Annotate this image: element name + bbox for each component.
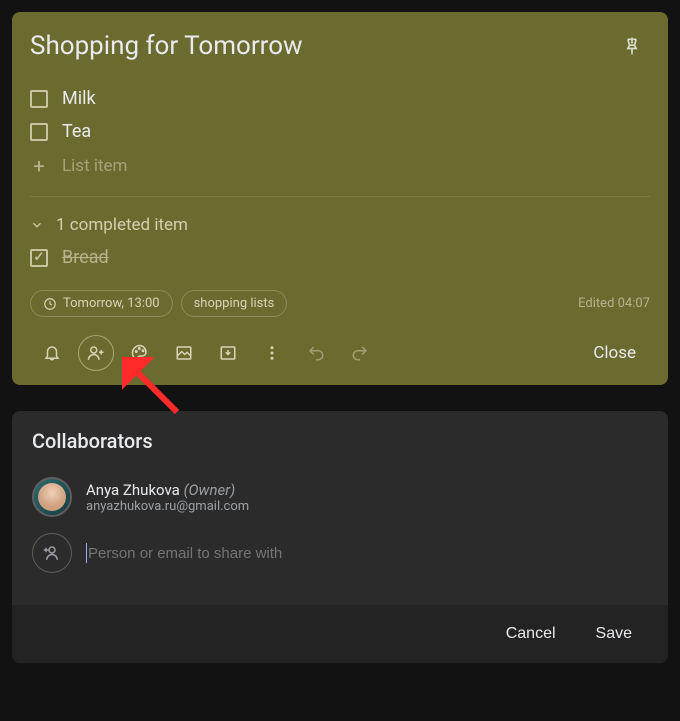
reminder-text: Tomorrow, 13:00 (63, 296, 160, 311)
note-toolbar: Close (30, 325, 650, 373)
divider (30, 196, 650, 197)
pin-button[interactable] (614, 28, 650, 64)
cancel-button[interactable]: Cancel (506, 625, 556, 643)
redo-icon (351, 344, 369, 362)
collaborator-row: Anya Zhukova (Owner) anyazhukova.ru@gmai… (12, 469, 668, 525)
collaborators-title: Collaborators (12, 411, 668, 469)
palette-icon (131, 344, 149, 362)
reminder-chip[interactable]: Tomorrow, 13:00 (30, 290, 173, 317)
label-text: shopping lists (194, 296, 275, 311)
clock-icon (43, 297, 57, 311)
collaborator-email: anyazhukova.ru@gmail.com (86, 499, 249, 514)
add-item-row[interactable]: + List item (30, 148, 650, 184)
note-header: Shopping for Tomorrow (30, 28, 650, 64)
unchecked-items: Milk Tea + List item (30, 82, 650, 184)
completed-toggle[interactable]: 1 completed item (30, 209, 650, 241)
note-title[interactable]: Shopping for Tomorrow (30, 31, 303, 61)
remind-me-button[interactable] (30, 333, 74, 373)
avatar (32, 477, 72, 517)
bell-icon (43, 344, 61, 362)
checkbox-checked-icon[interactable] (30, 249, 48, 267)
person-add-icon (87, 344, 105, 362)
collaborators-footer: Cancel Save (12, 605, 668, 663)
image-icon (175, 344, 193, 362)
meta-row: Tomorrow, 13:00 shopping lists Edited 04… (30, 290, 650, 317)
completed-label: 1 completed item (56, 215, 188, 235)
pin-icon (622, 36, 642, 56)
person-add-icon (43, 544, 61, 562)
avatar-image (38, 483, 66, 511)
add-item-placeholder: List item (62, 156, 127, 176)
save-button[interactable]: Save (596, 625, 632, 643)
owner-name: Anya Zhukova (86, 481, 180, 499)
plus-icon: + (30, 154, 48, 178)
collaborator-info: Anya Zhukova (Owner) anyazhukova.ru@gmai… (86, 481, 249, 514)
chips: Tomorrow, 13:00 shopping lists (30, 290, 287, 317)
list-item[interactable]: Tea (30, 115, 650, 148)
chevron-down-icon (30, 218, 44, 232)
undo-button[interactable] (294, 333, 338, 373)
list-item[interactable]: Bread (30, 241, 650, 274)
owner-role: (Owner) (184, 481, 236, 499)
archive-icon (219, 344, 237, 362)
color-button[interactable] (118, 333, 162, 373)
add-person-avatar (32, 533, 72, 573)
item-text[interactable]: Bread (62, 247, 109, 268)
collaborator-name: Anya Zhukova (Owner) (86, 481, 249, 499)
image-button[interactable] (162, 333, 206, 373)
redo-button[interactable] (338, 333, 382, 373)
share-input[interactable] (86, 543, 648, 563)
edited-timestamp: Edited 04:07 (578, 296, 650, 311)
add-collaborator-row[interactable] (12, 525, 668, 581)
note-card: Shopping for Tomorrow Milk Tea + List it… (12, 12, 668, 385)
more-button[interactable] (250, 333, 294, 373)
list-item[interactable]: Milk (30, 82, 650, 115)
close-button[interactable]: Close (579, 335, 650, 371)
item-text[interactable]: Milk (62, 88, 96, 109)
label-chip[interactable]: shopping lists (181, 290, 288, 317)
checkbox-icon[interactable] (30, 123, 48, 141)
collaborator-button[interactable] (78, 335, 114, 371)
undo-icon (307, 344, 325, 362)
checkbox-icon[interactable] (30, 90, 48, 108)
archive-button[interactable] (206, 333, 250, 373)
collaborators-card: Collaborators Anya Zhukova (Owner) anyaz… (12, 411, 668, 663)
more-vert-icon (263, 344, 281, 362)
item-text[interactable]: Tea (62, 121, 91, 142)
toolbar-icons (30, 333, 382, 373)
